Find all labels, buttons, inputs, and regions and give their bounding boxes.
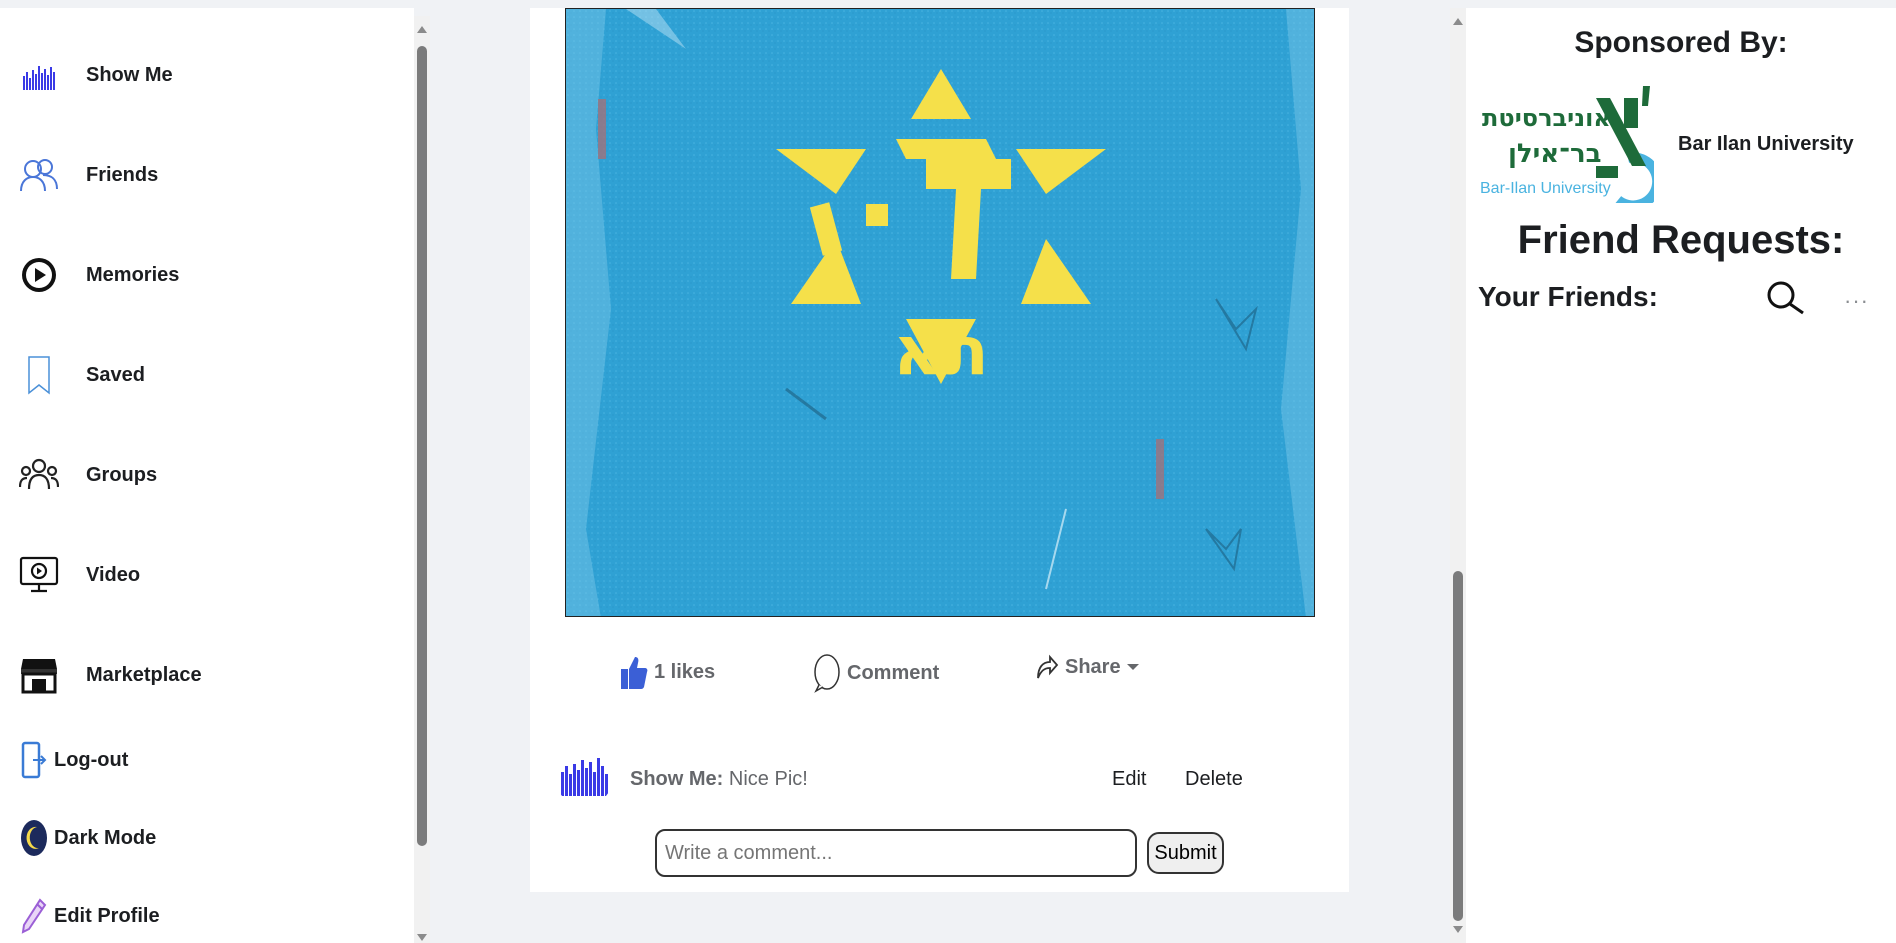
sidebar-item-video[interactable]: Video — [18, 554, 140, 596]
sponsor-logo-english: Bar-Ilan University — [1480, 180, 1611, 197]
sidebar-item-memories[interactable]: Memories — [18, 254, 179, 296]
groups-icon — [18, 454, 60, 496]
post-card: תא 1 likes Comment Share Show Me: Nice P… — [530, 8, 1349, 892]
comment-input[interactable] — [655, 829, 1137, 877]
moon-icon — [18, 816, 50, 860]
scroll-thumb[interactable] — [417, 46, 427, 846]
delete-comment-button[interactable]: Delete — [1185, 768, 1243, 791]
sponsor-logo[interactable]: אוניברסיטת בר־אילן Bar-Ilan University — [1478, 78, 1663, 211]
feed-scrollbar[interactable] — [1450, 8, 1466, 943]
scroll-up-icon[interactable] — [417, 26, 427, 33]
memories-clock-icon — [18, 254, 60, 296]
sidebar-item-friends[interactable]: Friends — [18, 154, 158, 196]
sidebar-item-label: Marketplace — [86, 663, 202, 686]
feed: תא 1 likes Comment Share Show Me: Nice P… — [432, 8, 1450, 943]
sidebar-item-label: Groups — [86, 463, 158, 486]
bookmark-icon — [18, 354, 60, 396]
sidebar-item-label: Edit Profile — [54, 904, 160, 927]
sidebar-item-show-me[interactable]: Show Me — [18, 54, 173, 96]
like-button[interactable]: 1 likes — [620, 653, 715, 691]
comment-author[interactable]: Show Me: — [630, 768, 723, 790]
sidebar-item-dark-mode[interactable]: Dark Mode — [18, 816, 156, 860]
sidebar-item-saved[interactable]: Saved — [18, 354, 145, 396]
pencil-icon — [18, 894, 50, 938]
sidebar-item-logout[interactable]: Log-out — [18, 738, 128, 782]
post-image: תא — [565, 8, 1315, 617]
search-icon[interactable] — [1764, 280, 1806, 321]
comment-text: Show Me: Nice Pic! — [630, 768, 808, 791]
left-sidebar: Show Me Friends Memories Saved Groups Vi… — [0, 8, 430, 943]
chevron-down-icon — [1126, 664, 1139, 670]
sidebar-item-label: Log-out — [54, 748, 129, 771]
your-friends-label: Your Friends: — [1478, 281, 1658, 312]
sponsored-title: Sponsored By: — [1574, 26, 1788, 59]
sidebar-item-edit-profile[interactable]: Edit Profile — [18, 894, 160, 938]
sidebar-item-label: Show Me — [86, 63, 173, 86]
thumbs-up-icon — [621, 657, 648, 689]
sidebar-item-label: Dark Mode — [54, 826, 157, 849]
logout-door-icon — [18, 738, 50, 782]
like-count: 1 likes — [654, 660, 716, 683]
submit-comment-button[interactable]: Submit — [1147, 832, 1224, 874]
scroll-down-icon[interactable] — [1453, 926, 1463, 933]
sponsor-logo-hebrew-line-2: בר־אילן — [1508, 139, 1602, 169]
sidebar-item-marketplace[interactable]: Marketplace — [18, 654, 202, 696]
sponsor-logo-hebrew-line-1: אוניברסיטת — [1482, 104, 1611, 132]
more-options-icon[interactable]: ··· — [1844, 288, 1869, 314]
friends-icon — [18, 154, 60, 196]
scroll-thumb[interactable] — [1453, 571, 1463, 921]
video-monitor-icon — [18, 554, 60, 596]
store-icon — [18, 654, 60, 696]
comment-label: Comment — [847, 661, 940, 684]
sidebar-item-label: Friends — [86, 163, 159, 186]
scroll-down-icon[interactable] — [417, 934, 427, 941]
sponsor-name[interactable]: Bar Ilan University — [1678, 133, 1854, 156]
edit-comment-button[interactable]: Edit — [1112, 768, 1146, 791]
left-scrollbar[interactable] — [414, 16, 430, 943]
comment-button[interactable]: Comment — [813, 653, 939, 693]
scroll-up-icon[interactable] — [1453, 18, 1463, 25]
post-image-caption: תא — [893, 312, 989, 391]
comment-row: Show Me: Nice Pic! Edit Delete — [555, 748, 1335, 808]
speech-bubble-icon — [814, 654, 840, 693]
comment-body: Nice Pic! — [728, 768, 808, 790]
sidebar-item-label: Video — [86, 563, 141, 586]
avatar[interactable] — [555, 748, 613, 806]
share-arrow-icon — [1037, 654, 1059, 679]
share-button[interactable]: Share — [1035, 653, 1139, 681]
share-label: Share — [1065, 655, 1121, 678]
profile-chart-icon — [18, 54, 60, 96]
sidebar-item-label: Saved — [86, 363, 145, 386]
right-sidebar: Sponsored By: אוניברסיטת בר־אילן Bar-Ila… — [1466, 8, 1896, 943]
sidebar-item-groups[interactable]: Groups — [18, 454, 157, 496]
friend-requests-title: Friend Requests: — [1517, 218, 1845, 262]
sidebar-item-label: Memories — [86, 263, 180, 286]
